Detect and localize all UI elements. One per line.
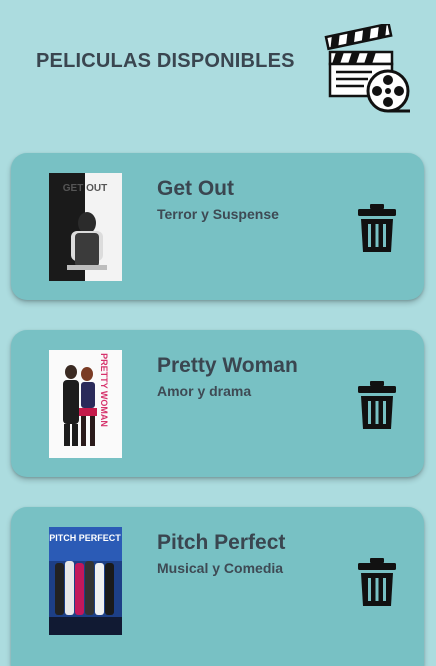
movie-poster: PITCH PERFECT [49, 527, 122, 635]
delete-trash-icon[interactable] [357, 380, 397, 430]
movie-card[interactable]: PRETTY WOMAN Pretty Woman Amor y drama [11, 330, 424, 477]
poster-title: PITCH PERFECT [49, 533, 121, 543]
movie-title: Get Out [157, 177, 234, 200]
poster-title: PRETTY WOMAN [99, 353, 109, 427]
movie-genre: Musical y Comedia [157, 560, 284, 576]
movie-card[interactable]: GET OUT Get Out Terror y Suspense [11, 153, 424, 300]
movie-genre: Terror y Suspense [157, 206, 279, 222]
poster-title: GET OUT [63, 183, 107, 194]
movie-title: Pretty Woman [157, 354, 298, 377]
delete-trash-icon[interactable] [357, 557, 397, 607]
clapperboard-film-reel-icon [324, 24, 410, 113]
page-title: PELICULAS DISPONIBLES [36, 50, 295, 72]
movie-card[interactable]: PITCH PERFECT Pitch Perfect Musical y Co… [11, 507, 424, 666]
movie-title: Pitch Perfect [157, 531, 286, 554]
movie-list-screen: PELICULAS DISPONIBLES GET OUT Get Out Te… [0, 0, 436, 666]
delete-trash-icon[interactable] [357, 203, 397, 253]
movie-poster: PRETTY WOMAN [49, 350, 122, 458]
movie-poster: GET OUT [49, 173, 122, 281]
movie-genre: Amor y drama [157, 383, 252, 399]
